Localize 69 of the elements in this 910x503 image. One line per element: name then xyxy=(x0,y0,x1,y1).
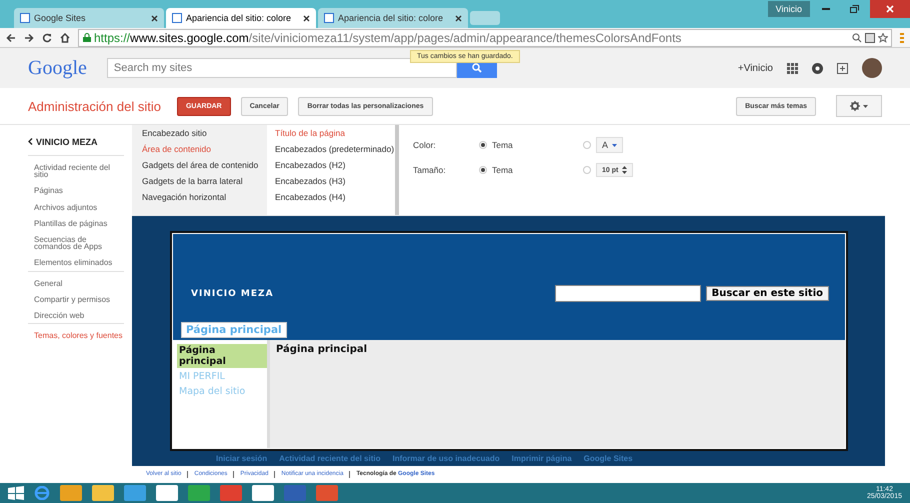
sidebar-item[interactable]: General xyxy=(34,280,124,287)
sidebar-item[interactable]: Elementos eliminados xyxy=(34,259,124,266)
site-search-field[interactable] xyxy=(554,285,701,302)
caret-icon xyxy=(863,104,868,108)
page-icon xyxy=(324,13,334,23)
settings-button[interactable] xyxy=(836,95,882,117)
site-search-button[interactable]: Buscar en este sitio xyxy=(706,286,829,301)
site-nav-link[interactable]: Página principal xyxy=(177,344,267,368)
lock-icon xyxy=(83,33,91,42)
sidebar-item[interactable]: Dirección web xyxy=(34,312,124,320)
sidebar-item[interactable]: Plantillas de páginas xyxy=(34,220,124,227)
area-item[interactable]: Navegación horizontal xyxy=(142,192,267,202)
sidebar-item[interactable]: Páginas xyxy=(34,187,124,195)
notifications-icon[interactable] xyxy=(812,62,823,74)
caret-icon xyxy=(612,144,618,146)
radio-button[interactable] xyxy=(583,166,591,174)
up-down-arrows-icon xyxy=(622,166,628,174)
element-item[interactable]: Encabezados (predeterminado) xyxy=(275,144,395,154)
property-label: Tamaño: xyxy=(413,165,447,175)
chevron-left-icon xyxy=(28,138,33,145)
google-logo[interactable]: Google xyxy=(28,56,87,80)
back-arrow-icon[interactable] xyxy=(6,32,16,42)
page-icon xyxy=(20,13,30,23)
sidebar-item[interactable]: Temas, colores y fuentes xyxy=(34,332,124,340)
share-plus-icon[interactable] xyxy=(837,62,848,74)
forward-arrow-icon[interactable] xyxy=(24,32,34,42)
search-icon xyxy=(472,63,482,73)
element-item[interactable]: Título de la página xyxy=(275,128,395,138)
property-label: Color: xyxy=(413,140,437,150)
browser-tab[interactable]: Apariencia del sitio: colore xyxy=(166,8,316,28)
radio-button[interactable] xyxy=(583,141,591,149)
area-item[interactable]: Gadgets de la barra lateral xyxy=(142,176,267,186)
radio-button[interactable] xyxy=(479,166,487,174)
browser-tab[interactable]: Apariencia del sitio: colore xyxy=(318,8,468,28)
sidebar-item[interactable]: Compartir y permisos xyxy=(34,296,124,303)
element-item[interactable]: Encabezados (H3) xyxy=(275,176,395,186)
settings-icon xyxy=(850,101,860,111)
search-field[interactable]: Search my sites xyxy=(106,58,457,78)
address-bar[interactable]: https://www.sites.google.com/site/viniciomeza11/system/app/pages/admin/appearance/themesColorsAndFonts xyxy=(78,28,892,46)
close-icon[interactable] xyxy=(455,14,462,22)
area-item[interactable]: Encabezado sitio xyxy=(142,128,267,138)
element-item[interactable]: Encabezados (H4) xyxy=(275,192,395,202)
sidebar-item[interactable]: Archivos adjuntos xyxy=(34,204,124,211)
close-icon[interactable] xyxy=(151,14,158,22)
browser-tab[interactable]: Google Sites xyxy=(14,8,164,28)
extension-icon[interactable] xyxy=(865,32,875,42)
apps-grid-icon[interactable] xyxy=(787,62,798,74)
page-icon xyxy=(172,13,182,23)
sidebar-item[interactable]: Secuencias de comandos de Apps xyxy=(34,236,124,250)
area-item[interactable]: Área de contenido xyxy=(142,144,267,154)
radio-label: Tema xyxy=(492,140,513,150)
avatar[interactable] xyxy=(862,58,882,78)
user-link[interactable]: +Vinicio xyxy=(738,62,773,74)
content-heading: Página principal xyxy=(276,344,368,355)
windows-start-icon[interactable] xyxy=(8,486,24,500)
star-icon[interactable] xyxy=(878,32,888,42)
radio-label: Tema xyxy=(492,165,513,175)
close-icon[interactable] xyxy=(303,14,310,22)
element-item[interactable]: Encabezados (H2) xyxy=(275,160,395,170)
area-item[interactable]: Gadgets del área de contenido xyxy=(142,160,267,170)
profile-label[interactable]: Vinicio xyxy=(768,1,810,17)
color-picker[interactable]: A xyxy=(596,137,624,153)
page-title: Administración del sitio xyxy=(28,98,161,114)
radio-button[interactable] xyxy=(479,141,487,149)
back-link[interactable]: VINICIO MEZA xyxy=(28,137,132,147)
zoom-icon[interactable] xyxy=(852,32,862,42)
reload-icon[interactable] xyxy=(42,32,52,42)
sidebar-item[interactable]: Actividad reciente del sitio xyxy=(34,164,124,178)
site-title: VINICIO MEZA xyxy=(191,288,274,298)
